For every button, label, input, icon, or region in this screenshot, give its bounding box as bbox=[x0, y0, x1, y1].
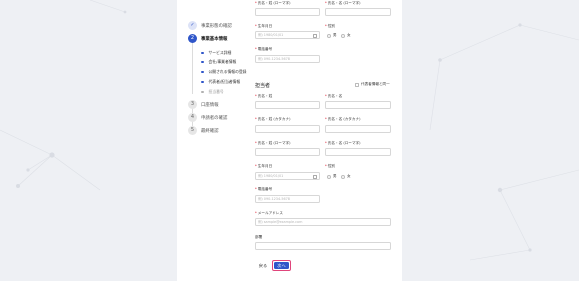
substep-label: 会社/事業者情報 bbox=[208, 59, 237, 64]
first-name-kana-label: *氏名・名 (カタカナ) bbox=[325, 117, 361, 121]
rep-gender-female[interactable]: 女 bbox=[341, 33, 351, 38]
last-name-roman-label: *氏名・姓 (ローマ字) bbox=[255, 141, 291, 145]
first-name-roman-label: *氏名・名 (ローマ字) bbox=[325, 141, 361, 145]
rep-last-name-roman-label: *氏名・姓 (ローマ字) bbox=[255, 1, 291, 5]
rep-first-name-roman-label: *氏名・名 (ローマ字) bbox=[325, 1, 361, 5]
bullet-icon bbox=[201, 70, 204, 74]
birthdate-label: *生年月日 bbox=[255, 164, 273, 168]
email-input[interactable]: 例) sample@example.com bbox=[255, 218, 391, 226]
birthdate-input[interactable]: 例) 1980/01/01 bbox=[255, 172, 320, 180]
step-number: 3 bbox=[188, 100, 197, 109]
next-button-label: 次へ bbox=[274, 262, 289, 269]
substep-contact-number[interactable]: 担当番号 bbox=[201, 89, 224, 95]
calendar-icon bbox=[313, 33, 317, 38]
step-number: 2 bbox=[188, 34, 197, 43]
step-business-info[interactable]: 2 事業基本情報 bbox=[188, 34, 227, 43]
bullet-icon bbox=[201, 51, 204, 55]
step-label: 最終確認 bbox=[201, 128, 219, 134]
gender-male-radio[interactable]: 男 bbox=[327, 174, 337, 179]
substep-service-details[interactable]: サービス詳細 bbox=[201, 50, 231, 56]
step-label: 口座情報 bbox=[201, 102, 219, 108]
phone-label: *電話番号 bbox=[255, 187, 273, 191]
last-name-roman-input[interactable] bbox=[255, 148, 320, 156]
last-name-input[interactable] bbox=[255, 101, 320, 109]
checkbox-icon bbox=[355, 82, 359, 87]
last-name-kana-input[interactable] bbox=[255, 125, 320, 133]
substep-representative-info[interactable]: 代表者/担当者情報 bbox=[201, 79, 240, 85]
substep-label: 公開される情報の登録 bbox=[208, 69, 247, 74]
rep-gender-label: *性別 bbox=[325, 24, 335, 28]
first-name-kana-input[interactable] bbox=[325, 125, 391, 133]
email-label: *メールアドレス bbox=[255, 211, 283, 215]
department-input[interactable] bbox=[255, 242, 391, 250]
radio-icon bbox=[327, 174, 331, 179]
same-as-representative-checkbox[interactable]: 代表者情報と同一 bbox=[355, 82, 390, 87]
bullet-icon bbox=[201, 80, 204, 84]
radio-icon bbox=[341, 33, 345, 38]
rep-birthdate-input[interactable]: 例) 1980/01/01 bbox=[255, 31, 320, 39]
gender-female-radio[interactable]: 女 bbox=[341, 174, 351, 179]
calendar-icon bbox=[313, 174, 317, 179]
check-icon: ✓ bbox=[188, 21, 197, 30]
step-number: 4 bbox=[188, 113, 197, 122]
first-name-label: *氏名・名 bbox=[325, 94, 343, 98]
substep-public-info[interactable]: 公開される情報の登録 bbox=[201, 69, 246, 75]
step-final-confirm[interactable]: 5 最終確認 bbox=[188, 126, 219, 135]
substep-label: サービス詳細 bbox=[208, 50, 232, 55]
last-name-kana-label: *氏名・姓 (カタカナ) bbox=[255, 117, 291, 121]
step-label: 事業基本情報 bbox=[201, 36, 228, 42]
rep-phone-input[interactable]: 例) 090-1234-5678 bbox=[255, 55, 320, 63]
last-name-label: *氏名・姓 bbox=[255, 94, 273, 98]
department-label: 部署 bbox=[255, 235, 263, 239]
step-applicant-confirm[interactable]: 4 申請者の確認 bbox=[188, 113, 227, 122]
rep-first-name-roman-input[interactable] bbox=[325, 8, 391, 16]
rep-last-name-roman-input[interactable] bbox=[255, 8, 320, 16]
contact-section-title: 担当者 bbox=[255, 83, 271, 89]
first-name-roman-input[interactable] bbox=[325, 148, 391, 156]
rep-gender-male[interactable]: 男 bbox=[327, 33, 337, 38]
bullet-icon bbox=[201, 60, 204, 64]
bullet-icon bbox=[201, 90, 204, 94]
gender-label: *性別 bbox=[325, 164, 335, 168]
radio-icon bbox=[341, 174, 345, 179]
substep-company-info[interactable]: 会社/事業者情報 bbox=[201, 59, 236, 65]
rep-phone-label: *電話番号 bbox=[255, 47, 273, 51]
step-label: 事業形態の確認 bbox=[201, 23, 232, 29]
step-bank-account[interactable]: 3 口座情報 bbox=[188, 100, 219, 109]
step-label: 申請者の確認 bbox=[201, 115, 228, 121]
step-number: 5 bbox=[188, 126, 197, 135]
stepper-connector bbox=[192, 34, 193, 94]
substep-label: 担当番号 bbox=[208, 89, 224, 94]
first-name-input[interactable] bbox=[325, 101, 391, 109]
next-button[interactable]: 次へ bbox=[272, 260, 291, 271]
substep-label: 代表者/担当者情報 bbox=[208, 79, 241, 84]
phone-input[interactable]: 例) 090-1234-5678 bbox=[255, 195, 320, 203]
back-button[interactable]: 戻る bbox=[255, 260, 271, 271]
step-business-type[interactable]: ✓ 事業形態の確認 bbox=[188, 21, 232, 30]
radio-icon bbox=[327, 33, 331, 38]
rep-birthdate-label: *生年月日 bbox=[255, 24, 273, 28]
